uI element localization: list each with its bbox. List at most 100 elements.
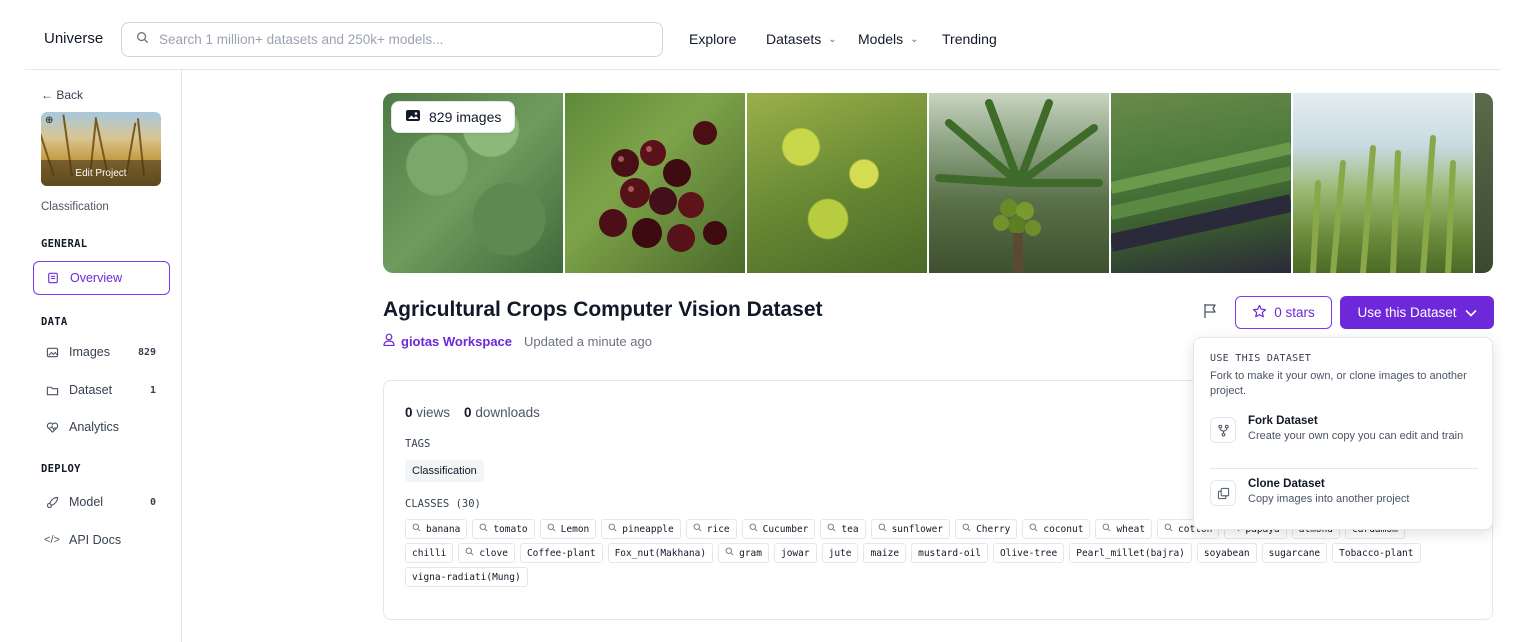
edit-project-button[interactable]: Edit Project (41, 160, 161, 186)
class-chip[interactable]: soyabean (1196, 543, 1257, 563)
class-chip-label: tomato (493, 523, 528, 535)
project-thumbnail[interactable]: ⊕ Edit Project (41, 112, 161, 186)
class-chip[interactable]: maize (863, 543, 907, 563)
fork-dataset-option[interactable]: Fork Dataset Create your own copy you ca… (1210, 415, 1478, 444)
search-icon (479, 523, 488, 535)
use-dataset-button[interactable]: Use this Dataset (1340, 296, 1494, 329)
class-chip[interactable]: rice (685, 519, 737, 539)
sidebar-item-label: Analytics (69, 420, 120, 434)
class-chip-label: chilli (412, 547, 447, 559)
search-icon (1164, 523, 1173, 535)
class-chip[interactable]: jute (821, 543, 859, 563)
sidebar-item-overview[interactable]: Overview (33, 261, 170, 295)
class-chip-label: soyabean (1203, 547, 1250, 559)
image-gallery[interactable] (383, 93, 1493, 273)
search-icon (693, 523, 702, 535)
nav-explore-label: Explore (689, 31, 737, 47)
class-chip[interactable]: gram (718, 543, 769, 563)
page-title: Agricultural Crops Computer Vision Datas… (383, 298, 823, 321)
analytics-icon (45, 420, 59, 434)
class-chip[interactable]: Cherry (955, 519, 1018, 539)
class-chip[interactable]: tomato (472, 519, 535, 539)
nav-models[interactable]: Models ⌄ (858, 31, 919, 47)
brand-logo-text[interactable]: Universe (44, 30, 103, 47)
sidebar-item-dataset[interactable]: Dataset 1 (33, 373, 170, 407)
search-icon (1102, 523, 1111, 535)
use-dataset-dropdown: USE THIS DATASET Fork to make it your ow… (1193, 337, 1493, 530)
sidebar-item-images[interactable]: Images 829 (33, 335, 170, 369)
views-stat: 0 views (405, 405, 451, 420)
nav-datasets[interactable]: Datasets ⌄ (766, 31, 837, 47)
class-chip[interactable]: vigna-radiati(Mung) (405, 567, 528, 587)
class-chip[interactable]: pineapple (601, 519, 681, 539)
star-button[interactable]: 0 stars (1235, 296, 1332, 329)
class-chip[interactable]: sugarcane (1261, 543, 1328, 563)
class-chip[interactable]: Fox_nut(Makhana) (607, 543, 714, 563)
nav-models-label: Models (858, 31, 904, 47)
class-chip[interactable]: tea (820, 519, 866, 539)
class-chip[interactable]: Tobacco-plant (1332, 543, 1421, 563)
class-chip[interactable]: Olive-tree (993, 543, 1065, 563)
class-chip[interactable]: banana (405, 519, 468, 539)
back-label: Back (56, 88, 84, 102)
project-type: Classification (41, 201, 109, 213)
flag-icon[interactable] (1201, 302, 1219, 320)
image-icon (45, 345, 59, 359)
fork-title: Fork Dataset (1248, 415, 1318, 427)
nav-trending[interactable]: Trending (942, 31, 997, 47)
tag-chip[interactable]: Classification (405, 460, 484, 482)
image-count-badge: 829 images (391, 101, 516, 133)
class-chip[interactable]: coconut (1022, 519, 1091, 539)
sidebar-item-model[interactable]: Model 0 (33, 485, 170, 519)
fork-description: Create your own copy you can edit and tr… (1248, 430, 1464, 442)
rocket-icon (45, 495, 59, 509)
class-chip[interactable]: mustard-oil (911, 543, 989, 563)
search-icon (827, 523, 836, 535)
class-chip[interactable]: chilli (405, 543, 454, 563)
class-chip[interactable]: Cucumber (741, 519, 816, 539)
gallery-image[interactable] (565, 93, 745, 273)
search-input[interactable] (159, 32, 639, 47)
class-chip-label: gram (739, 547, 762, 559)
class-chip[interactable]: jowar (773, 543, 817, 563)
stars-label: 0 stars (1274, 305, 1315, 320)
copy-icon (1210, 480, 1236, 506)
sidebar-item-api-docs[interactable]: </> API Docs (33, 523, 170, 557)
class-chip[interactable]: Pearl_millet(bajra) (1069, 543, 1192, 563)
class-chip[interactable]: sunflower (870, 519, 951, 539)
search-icon (962, 523, 971, 535)
nav-explore[interactable]: Explore (689, 31, 736, 47)
dropdown-heading: USE THIS DATASET (1210, 353, 1312, 364)
nav-datasets-label: Datasets (766, 31, 822, 47)
class-chip[interactable]: Coffee-plant (519, 543, 603, 563)
workspace-link[interactable]: giotas Workspace (401, 334, 512, 349)
class-chip-label: Coffee-plant (526, 547, 596, 559)
search-icon (608, 523, 617, 535)
images-count: 829 (137, 346, 156, 358)
class-chip-label: Lemon (560, 523, 590, 535)
class-chip[interactable]: clove (458, 543, 515, 563)
gallery-image[interactable] (1111, 93, 1291, 273)
class-chip-label: wheat (1116, 523, 1146, 535)
sidebar-item-label: Overview (70, 271, 123, 285)
gallery-image[interactable] (1293, 93, 1473, 273)
section-general: GENERAL (41, 238, 88, 250)
clone-description: Copy images into another project (1248, 493, 1410, 505)
class-chip[interactable]: wheat (1095, 519, 1153, 539)
back-link[interactable]: ← Back (41, 88, 83, 102)
clone-title: Clone Dataset (1248, 478, 1325, 490)
chevron-down-icon: ⌄ (910, 33, 919, 45)
gallery-image[interactable] (747, 93, 927, 273)
search-icon (136, 31, 149, 49)
fork-icon (1210, 417, 1236, 443)
gallery-image[interactable] (1475, 93, 1493, 273)
search-box[interactable] (121, 22, 663, 57)
star-icon (1252, 304, 1267, 322)
owner-line: giotas Workspace Updated a minute ago (383, 333, 652, 349)
gallery-image[interactable] (929, 93, 1109, 273)
class-chip-label: pineapple (622, 523, 674, 535)
sidebar-item-analytics[interactable]: Analytics (33, 410, 170, 444)
class-chip-label: Pearl_millet(bajra) (1076, 547, 1185, 559)
clone-dataset-option[interactable]: Clone Dataset Copy images into another p… (1210, 478, 1478, 507)
class-chip[interactable]: Lemon (539, 519, 597, 539)
